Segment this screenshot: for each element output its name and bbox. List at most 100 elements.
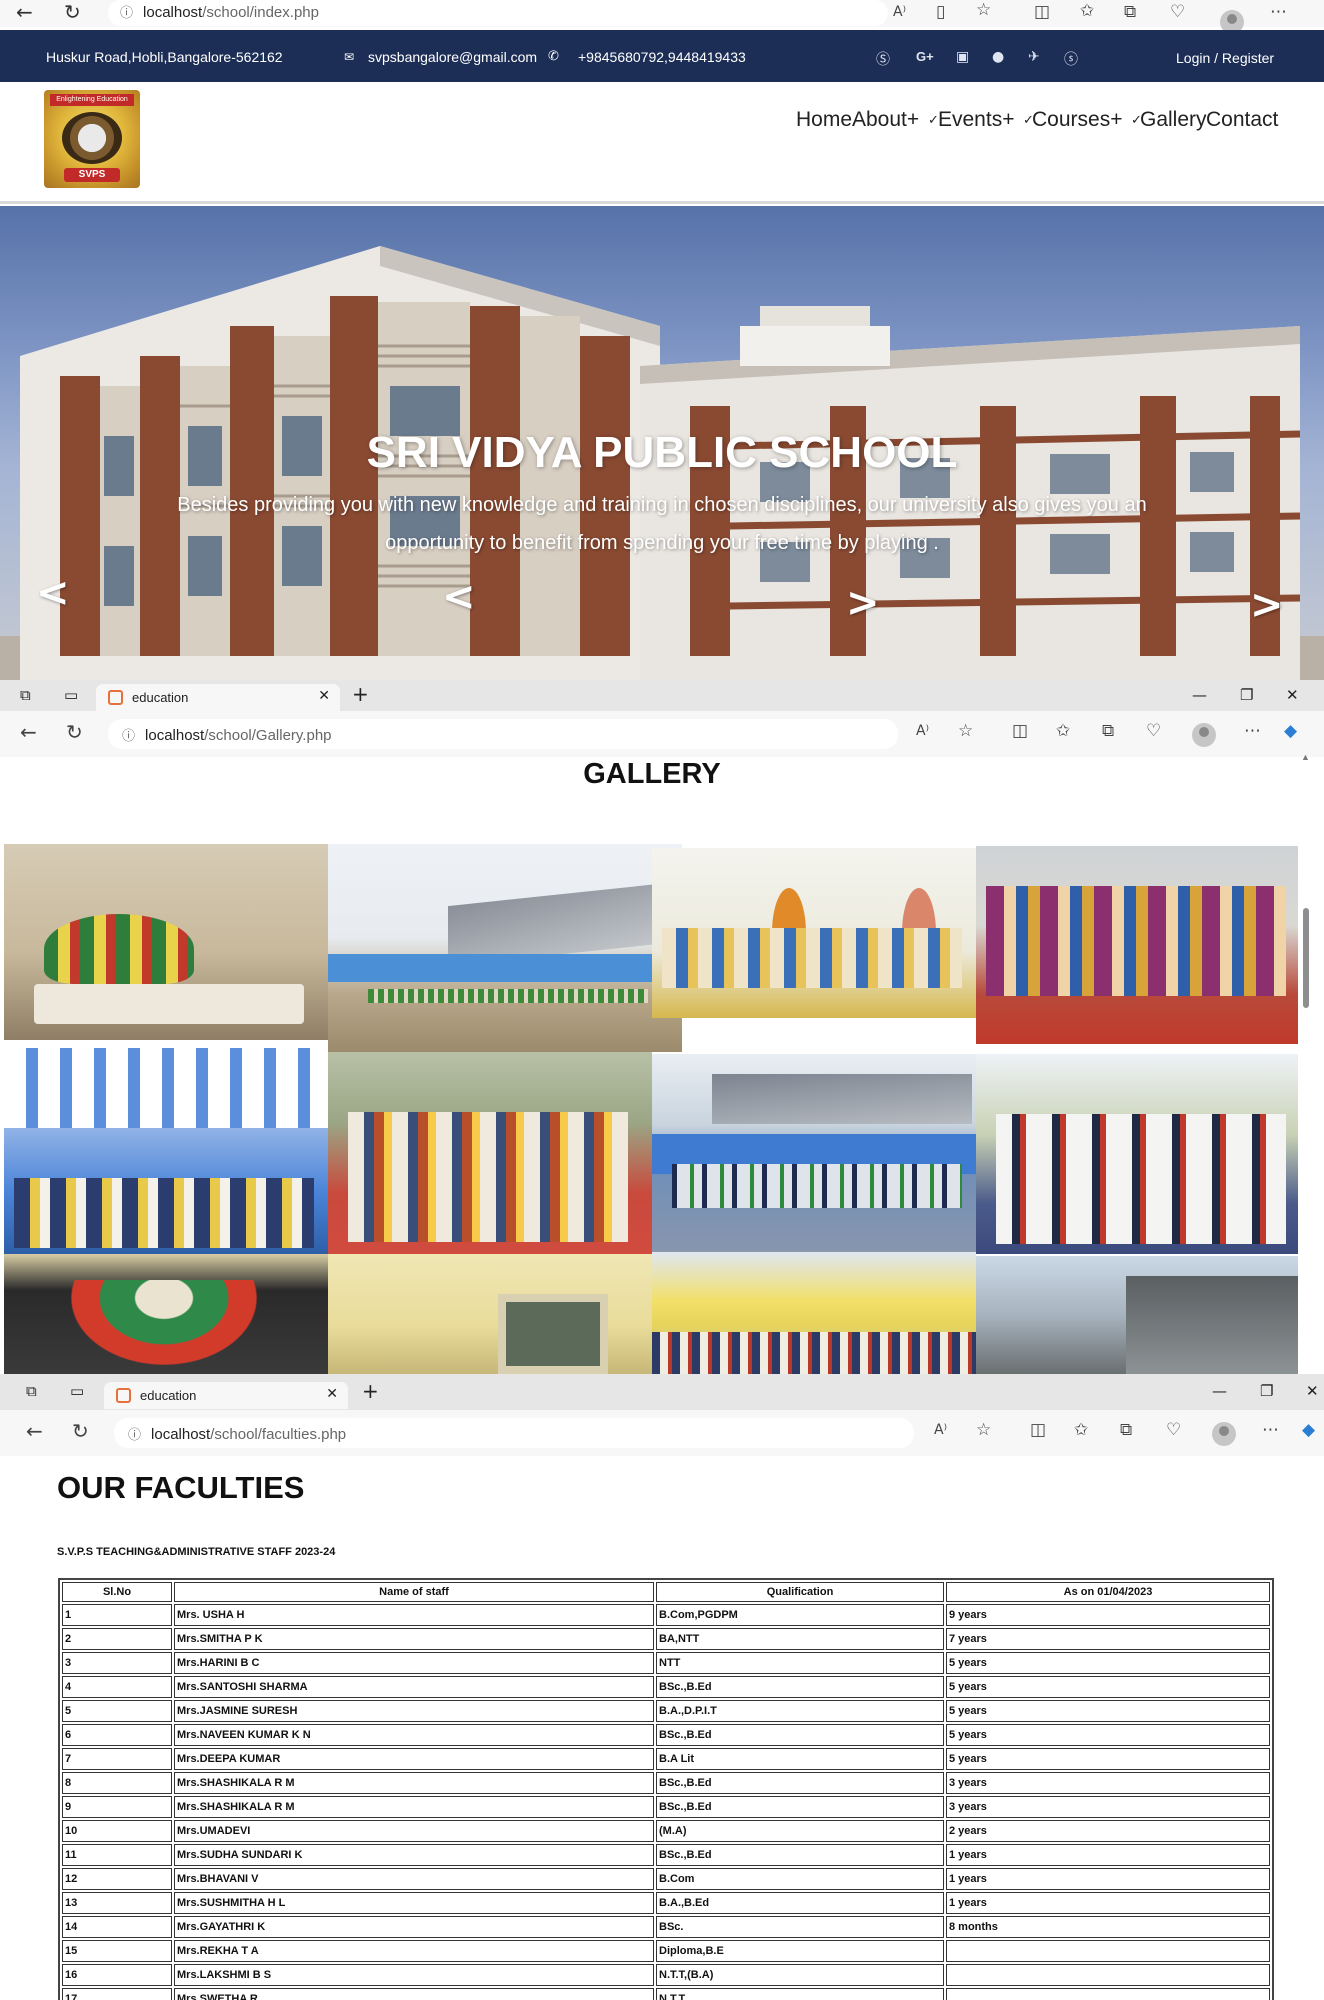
split-screen-icon[interactable]: ◫ bbox=[1034, 2, 1050, 22]
menu-home[interactable]: Home bbox=[796, 108, 852, 132]
close-tab-icon[interactable]: ✕ bbox=[318, 688, 330, 704]
gallery-photo[interactable] bbox=[328, 1052, 652, 1254]
read-aloud-icon[interactable]: A⁾ bbox=[916, 723, 929, 739]
workspaces-icon[interactable]: ⧉ bbox=[20, 686, 31, 704]
gallery-photo[interactable] bbox=[328, 1254, 652, 1374]
tab-actions-icon[interactable]: ▭ bbox=[64, 686, 78, 704]
url-field[interactable]: ⓘ localhost/school/Gallery.php bbox=[108, 719, 898, 749]
email-text[interactable]: svpsbangalore@gmail.com bbox=[368, 49, 537, 65]
school-logo[interactable]: Enlightening Education SVPS bbox=[44, 90, 140, 188]
phone-text[interactable]: +9845680792,9448419433 bbox=[578, 49, 746, 65]
url-field[interactable]: ⓘ localhost/school/index.php bbox=[108, 0, 888, 26]
favorite-star-icon[interactable]: ☆ bbox=[958, 721, 973, 741]
gallery-photo[interactable] bbox=[4, 844, 328, 1040]
gallery-photo[interactable] bbox=[4, 1254, 328, 1374]
gallery-photo[interactable] bbox=[4, 1048, 328, 1254]
read-aloud-icon[interactable]: A⁾ bbox=[893, 4, 906, 20]
table-cell: B.A.,D.P.I.T bbox=[656, 1700, 944, 1722]
page-scrollbar[interactable]: ▲ bbox=[1301, 752, 1310, 1358]
skype-icon[interactable]: Ⓢ bbox=[876, 49, 890, 69]
restore-icon[interactable]: ❐ bbox=[1260, 1382, 1273, 1400]
more-menu-icon[interactable]: ⋯ bbox=[1270, 2, 1287, 22]
table-cell: 3 bbox=[62, 1652, 172, 1674]
gallery-photo[interactable] bbox=[328, 844, 682, 1052]
close-window-icon[interactable]: ✕ bbox=[1306, 1382, 1319, 1400]
split-screen-icon[interactable]: ◫ bbox=[1030, 1420, 1046, 1440]
tab-education[interactable]: education ✕ bbox=[96, 684, 340, 711]
gallery-photo[interactable] bbox=[652, 1054, 976, 1256]
table-cell: B.A.,B.Ed bbox=[656, 1892, 944, 1914]
menu-courses[interactable]: Courses+ bbox=[1032, 108, 1122, 132]
carousel-next-arrow-icon[interactable]: > bbox=[1250, 582, 1284, 628]
url-field[interactable]: ⓘ localhost/school/faculties.php bbox=[114, 1418, 914, 1448]
gallery-photo[interactable] bbox=[976, 846, 1298, 1044]
split-screen-icon[interactable]: ◫ bbox=[1012, 721, 1028, 741]
twitter-icon[interactable]: ✈ bbox=[1028, 49, 1040, 65]
profile-avatar[interactable] bbox=[1212, 1422, 1236, 1446]
refresh-icon[interactable]: ↻ bbox=[64, 0, 81, 24]
minimize-icon[interactable]: — bbox=[1192, 686, 1207, 704]
copilot-icon[interactable]: ◆ bbox=[1284, 721, 1297, 741]
close-tab-icon[interactable]: ✕ bbox=[326, 1386, 338, 1402]
menu-about[interactable]: About+ bbox=[852, 108, 919, 132]
gallery-photo[interactable] bbox=[976, 1256, 1298, 1374]
refresh-icon[interactable]: ↻ bbox=[72, 1419, 89, 1443]
collections-icon[interactable]: ⧉ bbox=[1120, 1420, 1132, 1440]
copilot-icon[interactable]: ◆ bbox=[1302, 1420, 1315, 1440]
table-cell: 15 bbox=[62, 1940, 172, 1962]
carousel-prev-arrow-icon[interactable]: < bbox=[36, 570, 70, 616]
browser-essentials-icon[interactable]: ♡ bbox=[1170, 2, 1185, 22]
more-menu-icon[interactable]: ⋯ bbox=[1244, 721, 1261, 741]
favorites-list-icon[interactable]: ✩ bbox=[1056, 721, 1070, 741]
profile-avatar[interactable] bbox=[1192, 723, 1216, 747]
new-tab-icon[interactable]: + bbox=[352, 682, 369, 706]
messenger-icon[interactable]: ● bbox=[992, 49, 1004, 65]
table-row: 4 Mrs.SANTOSHI SHARMA BSc.,B.Ed 5 years bbox=[62, 1676, 1270, 1698]
gallery-photo[interactable] bbox=[652, 848, 976, 1018]
close-window-icon[interactable]: ✕ bbox=[1286, 686, 1299, 704]
read-aloud-icon[interactable]: A⁾ bbox=[934, 1422, 947, 1438]
address-bar: ← ↻ ⓘ localhost/school/Gallery.php A⁾ ☆ ◫… bbox=[0, 711, 1324, 757]
new-tab-icon[interactable]: + bbox=[362, 1379, 379, 1403]
menu-gallery[interactable]: Gallery bbox=[1140, 108, 1207, 132]
browser-essentials-icon[interactable]: ♡ bbox=[1166, 1420, 1181, 1440]
browser-essentials-icon[interactable]: ♡ bbox=[1146, 721, 1161, 741]
gallery-photo[interactable] bbox=[976, 1054, 1298, 1254]
table-cell: 11 bbox=[62, 1844, 172, 1866]
favorites-list-icon[interactable]: ✩ bbox=[1080, 1, 1094, 21]
favorite-star-icon[interactable]: ☆ bbox=[976, 0, 991, 20]
menu-events[interactable]: Events+ bbox=[938, 108, 1014, 132]
refresh-icon[interactable]: ↻ bbox=[66, 720, 83, 744]
collections-icon[interactable]: ⧉ bbox=[1102, 721, 1114, 741]
workspaces-icon[interactable]: ⧉ bbox=[26, 1382, 37, 1400]
table-row: 13 Mrs.SUSHMITHA H L B.A.,B.Ed 1 years bbox=[62, 1892, 1270, 1914]
back-arrow-icon[interactable]: ← bbox=[26, 1419, 43, 1443]
favorite-star-icon[interactable]: ☆ bbox=[976, 1420, 991, 1440]
login-register-link[interactable]: Login / Register bbox=[1176, 50, 1274, 66]
facebook-icon[interactable]: ▣ bbox=[956, 49, 969, 65]
back-arrow-icon[interactable]: ← bbox=[20, 720, 37, 744]
back-arrow-icon[interactable]: ← bbox=[16, 0, 33, 24]
tab-education[interactable]: education ✕ bbox=[104, 1382, 348, 1409]
more-menu-icon[interactable]: ⋯ bbox=[1262, 1420, 1279, 1440]
carousel-prev-inner-icon[interactable]: < bbox=[442, 574, 476, 620]
skype-alt-icon[interactable]: ⓢ bbox=[1064, 49, 1078, 69]
restore-icon[interactable]: ❐ bbox=[1240, 686, 1253, 704]
immersive-reader-icon[interactable]: ▯ bbox=[936, 2, 945, 22]
carousel-next-inner-icon[interactable]: > bbox=[846, 580, 880, 626]
gallery-photo[interactable] bbox=[652, 1252, 976, 1374]
tab-actions-icon[interactable]: ▭ bbox=[70, 1382, 84, 1400]
site-info-icon[interactable]: ⓘ bbox=[120, 6, 133, 21]
column-header: Name of staff bbox=[174, 1582, 654, 1602]
site-info-icon[interactable]: ⓘ bbox=[122, 729, 135, 744]
staff-table-caption: S.V.P.S TEACHING&ADMINISTRATIVE STAFF 20… bbox=[57, 1546, 336, 1558]
favorites-list-icon[interactable]: ✩ bbox=[1074, 1420, 1088, 1440]
collections-icon[interactable]: ⧉ bbox=[1124, 2, 1136, 22]
google-plus-icon[interactable]: G+ bbox=[916, 49, 934, 64]
scroll-up-icon[interactable]: ▲ bbox=[1301, 752, 1310, 762]
site-info-icon[interactable]: ⓘ bbox=[128, 1428, 141, 1443]
table-cell: N.T.T,(B.A) bbox=[656, 1964, 944, 1986]
minimize-icon[interactable]: — bbox=[1212, 1382, 1227, 1400]
scrollbar-thumb[interactable] bbox=[1303, 908, 1309, 1008]
menu-contact[interactable]: Contact bbox=[1206, 108, 1278, 132]
